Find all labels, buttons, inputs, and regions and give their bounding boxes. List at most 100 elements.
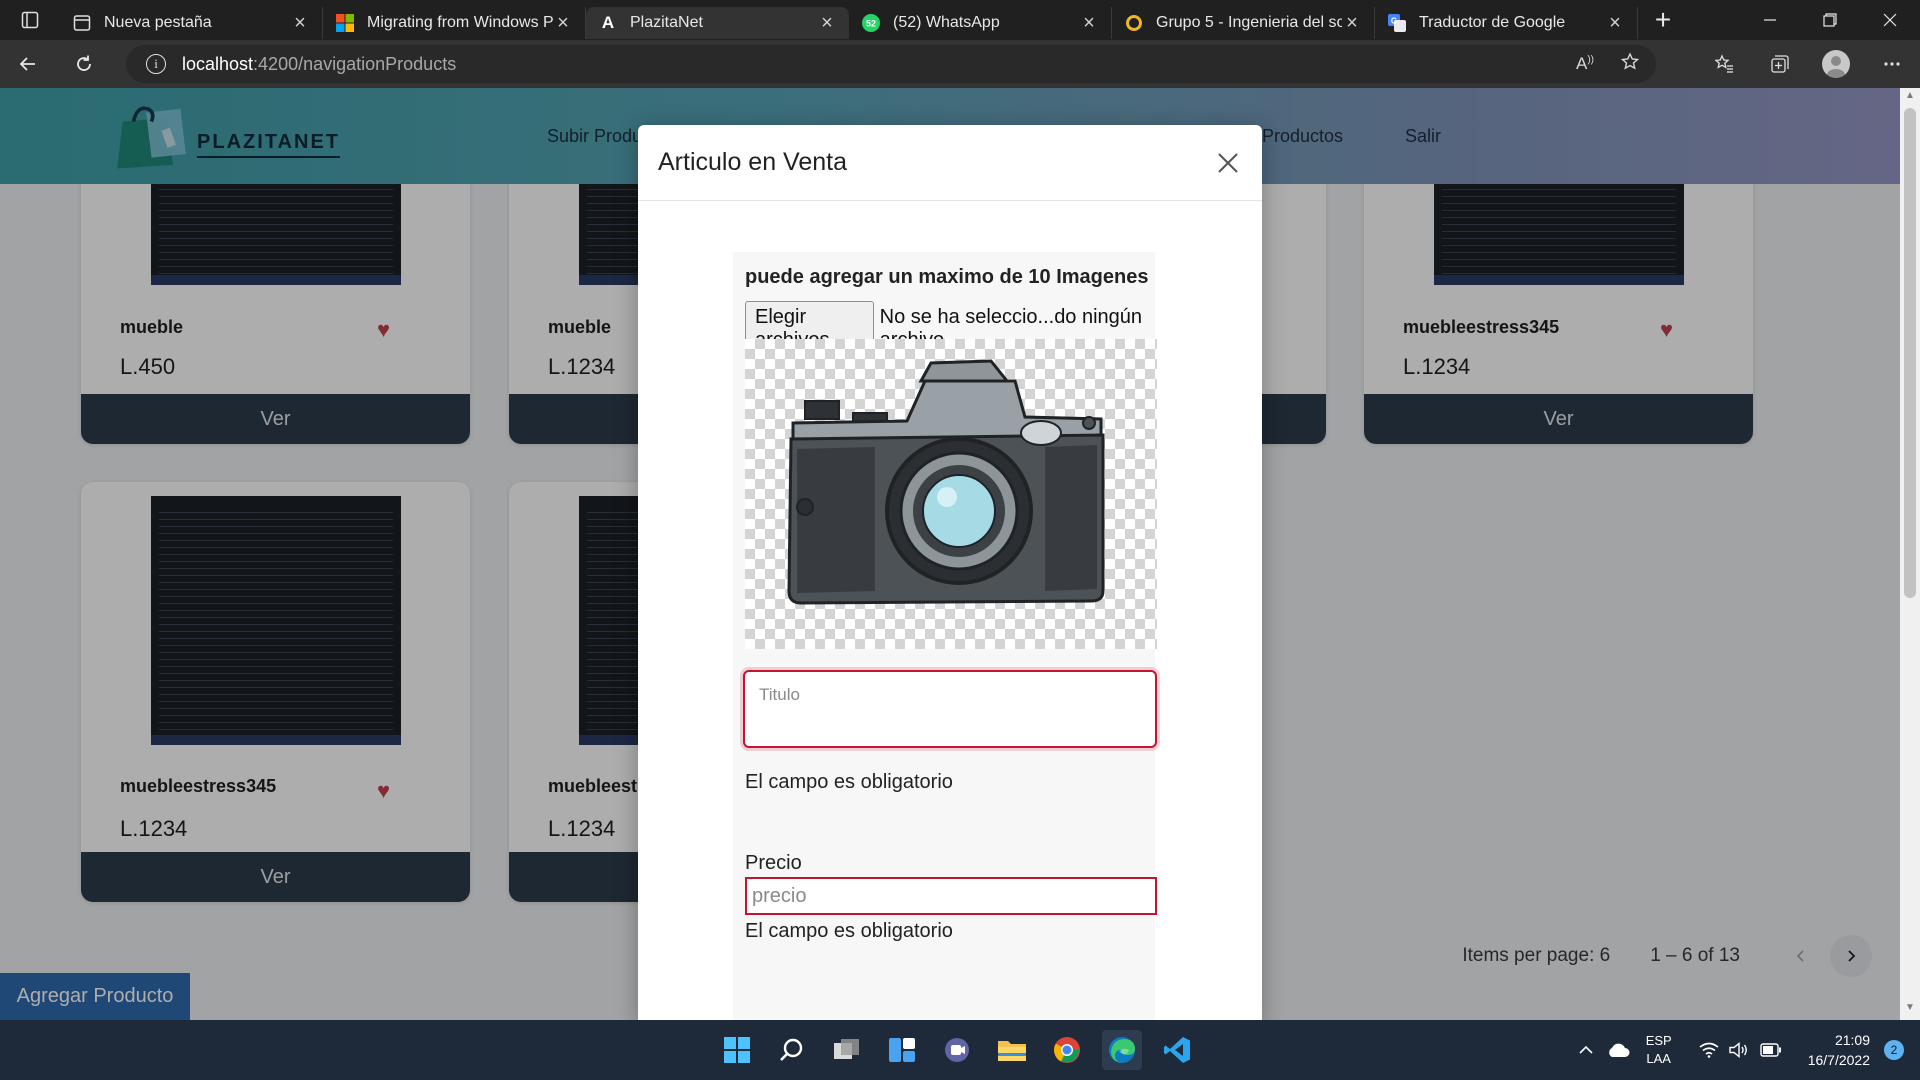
scroll-down-icon[interactable]: ▼ [1900, 1002, 1920, 1018]
tab-new-tab[interactable]: Nueva pestaña × [60, 7, 323, 39]
system-tray: ESP LAA 21:09 16/7/2022 2 [1572, 1020, 1920, 1080]
collections-button[interactable] [1752, 40, 1808, 88]
tab-title: Traductor de Google [1419, 14, 1566, 31]
wifi-icon[interactable] [1694, 1042, 1724, 1058]
tab-github[interactable]: Grupo 5 - Ingenieria del sof × [1112, 7, 1375, 39]
tab-actions-menu-button[interactable] [0, 0, 60, 40]
close-icon[interactable]: × [817, 12, 837, 35]
file-explorer-icon[interactable] [992, 1030, 1032, 1070]
camera-image [787, 359, 1105, 605]
github-icon [1124, 13, 1144, 33]
product-form-dialog: Articulo en Venta puede agregar un maxim… [638, 125, 1262, 1020]
favorites-button[interactable] [1696, 40, 1752, 88]
settings-more-button[interactable] [1864, 40, 1920, 88]
chevron-up-icon[interactable] [1572, 1045, 1600, 1055]
upload-hint: puede agregar un maximo de 10 Imagenes [745, 266, 1149, 288]
svg-text:52: 52 [866, 19, 876, 29]
new-tab-page-icon [72, 13, 92, 33]
clock[interactable]: 21:09 16/7/2022 [1808, 1030, 1870, 1070]
title-error-message: El campo es obligatorio [745, 771, 953, 793]
volume-icon[interactable] [1724, 1042, 1754, 1058]
restore-button[interactable] [1800, 0, 1860, 40]
minimize-icon [1764, 19, 1776, 21]
close-dialog-button[interactable] [1210, 145, 1246, 181]
battery-icon[interactable] [1754, 1043, 1788, 1057]
image-preview [745, 339, 1157, 649]
browser-toolbar: i localhost:4200/navigationProducts A)) [0, 40, 1920, 88]
microsoft-logo-icon [335, 13, 355, 33]
refresh-icon [77, 55, 91, 71]
close-icon[interactable]: × [1605, 12, 1625, 35]
favorites-icon [1714, 54, 1733, 73]
user-icon [1827, 56, 1845, 78]
page-viewport: mueble ♥ L.450 Ver mueble L.1234 Ver mue… [0, 88, 1900, 1020]
url-host: localhost [182, 53, 254, 74]
site-info-icon[interactable]: i [146, 54, 166, 74]
close-icon[interactable]: × [553, 12, 573, 35]
tab-whatsapp[interactable]: 52 (52) WhatsApp × [849, 7, 1112, 39]
tab-title: Grupo 5 - Ingenieria del sof [1156, 14, 1342, 31]
close-window-button[interactable] [1860, 0, 1920, 40]
whatsapp-icon: 52 [861, 13, 881, 33]
tab-title: PlazitaNet [630, 14, 703, 31]
close-icon [1218, 153, 1238, 173]
svg-text:G: G [1391, 17, 1397, 26]
restore-icon [1823, 13, 1837, 27]
language-code: ESP [1645, 1033, 1672, 1048]
teams-chat-icon[interactable] [937, 1030, 977, 1070]
windows-taskbar: ESP LAA 21:09 16/7/2022 2 [0, 1020, 1920, 1080]
close-icon[interactable]: × [1342, 12, 1362, 35]
back-button[interactable] [0, 40, 56, 88]
dialog-header: Articulo en Venta [638, 125, 1262, 201]
input-language[interactable]: ESP LAA [1646, 1032, 1672, 1068]
tab-title: Migrating from Windows Po [367, 14, 553, 31]
collections-icon [1771, 55, 1789, 73]
edge-icon[interactable] [1102, 1030, 1142, 1070]
widgets-icon[interactable] [882, 1030, 922, 1070]
tab-title: (52) WhatsApp [893, 14, 1000, 31]
vscode-icon[interactable] [1157, 1030, 1197, 1070]
browser-tab-bar: Nueva pestaña × Migrating from Windows P… [0, 0, 1920, 40]
dialog-title: Articulo en Venta [658, 148, 848, 176]
product-form: puede agregar un maximo de 10 Imagenes E… [733, 252, 1157, 1020]
notification-badge[interactable]: 2 [1884, 1040, 1904, 1060]
page-scrollbar[interactable]: ▲ ▼ [1900, 88, 1920, 1020]
arrow-left-icon [19, 57, 35, 71]
close-icon[interactable]: × [1079, 12, 1099, 35]
refresh-button[interactable] [56, 40, 112, 88]
url-path: :4200/navigationProducts [253, 53, 457, 74]
address-bar-actions: A)) [1576, 45, 1640, 83]
scroll-up-icon[interactable]: ▲ [1900, 90, 1920, 106]
read-aloud-icon[interactable]: A)) [1576, 54, 1594, 74]
address-bar[interactable]: i localhost:4200/navigationProducts A)) [126, 45, 1656, 83]
price-label: Precio [745, 852, 802, 874]
onedrive-cloud-icon[interactable] [1600, 1042, 1636, 1058]
minimize-button[interactable] [1740, 0, 1800, 40]
close-icon [1883, 13, 1897, 27]
angular-logo-icon: A [601, 13, 615, 32]
scrollbar-thumb[interactable] [1904, 108, 1916, 598]
window-controls [1740, 0, 1920, 40]
google-translate-icon: G [1387, 13, 1407, 33]
new-tab-button[interactable]: + [1638, 4, 1688, 36]
clock-date: 16/7/2022 [1807, 1052, 1870, 1068]
title-input[interactable]: Titulo [743, 670, 1157, 748]
close-icon[interactable]: × [290, 12, 310, 35]
price-input[interactable]: precio [745, 877, 1157, 915]
task-view-icon[interactable] [827, 1030, 867, 1070]
keyboard-layout: LAA [1646, 1051, 1671, 1066]
tab-migrating[interactable]: Migrating from Windows Po × [323, 7, 586, 39]
windows-start-icon[interactable] [717, 1030, 757, 1070]
clock-time: 21:09 [1834, 1032, 1870, 1048]
search-icon[interactable] [772, 1030, 812, 1070]
tab-plazitanet[interactable]: A PlazitaNet × [586, 7, 849, 39]
price-error-message: El campo es obligatorio [745, 920, 953, 942]
profile-avatar[interactable] [1822, 50, 1850, 78]
more-horizontal-icon [1884, 62, 1900, 66]
taskbar-apps [717, 1020, 1197, 1080]
browser-extensions [1696, 40, 1920, 88]
tab-google-translate[interactable]: G Traductor de Google × [1375, 7, 1638, 39]
tab-title: Nueva pestaña [104, 14, 212, 31]
add-favorite-icon[interactable] [1620, 51, 1640, 77]
chrome-icon[interactable] [1047, 1030, 1087, 1070]
